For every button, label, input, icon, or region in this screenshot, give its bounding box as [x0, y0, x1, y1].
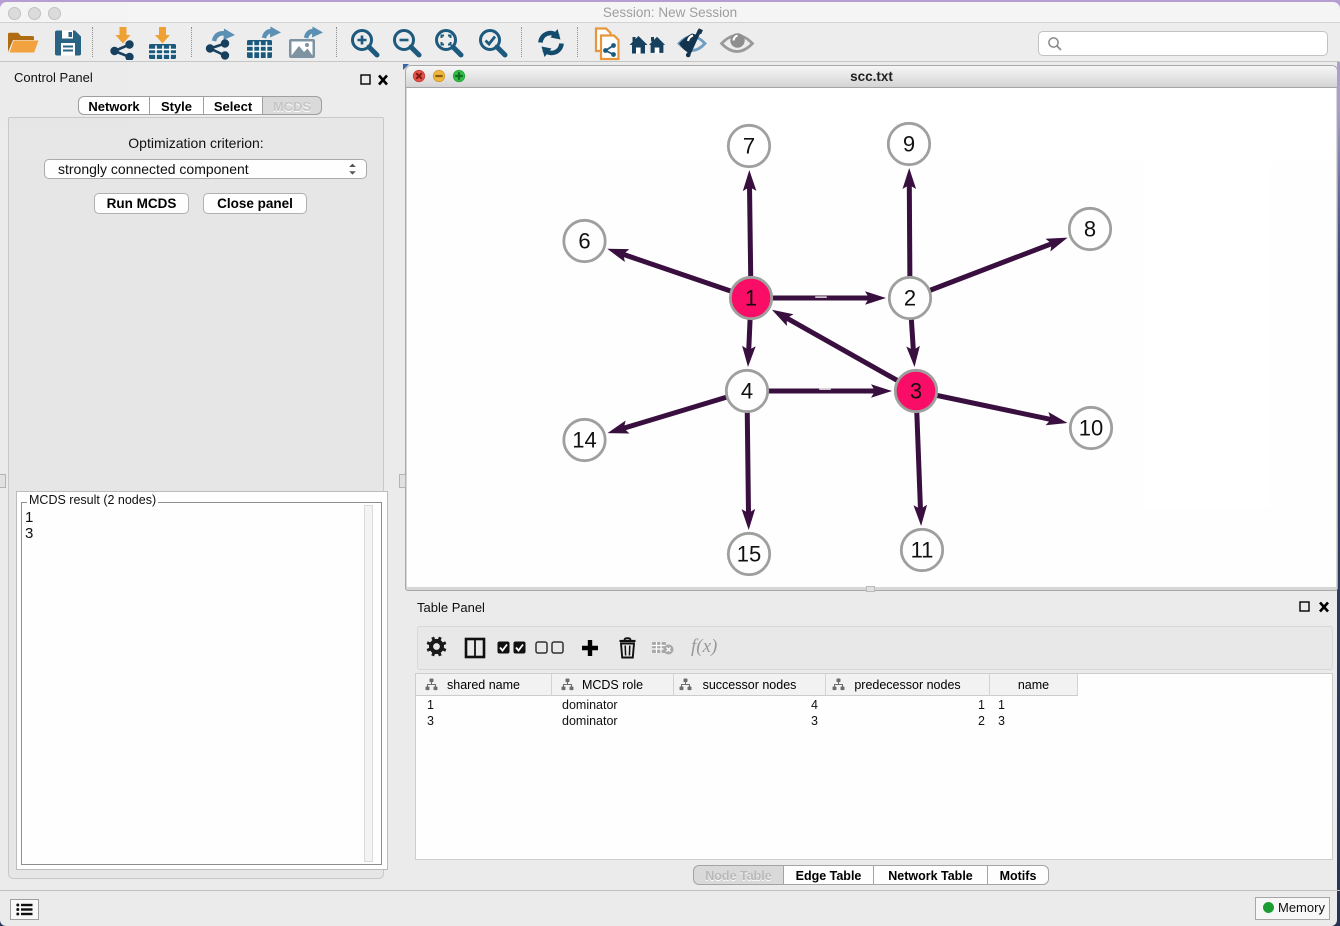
svg-text:9: 9: [903, 132, 915, 157]
svg-text:7: 7: [743, 134, 755, 159]
svg-text:11: 11: [911, 538, 934, 563]
svg-text:1: 1: [745, 286, 757, 311]
svg-text:15: 15: [737, 542, 761, 567]
svg-text:8: 8: [1084, 217, 1096, 242]
svg-text:3: 3: [910, 379, 922, 404]
svg-text:6: 6: [578, 229, 590, 254]
svg-text:4: 4: [741, 379, 753, 404]
svg-text:10: 10: [1079, 416, 1103, 441]
svg-text:14: 14: [572, 428, 596, 453]
svg-text:2: 2: [904, 286, 916, 311]
